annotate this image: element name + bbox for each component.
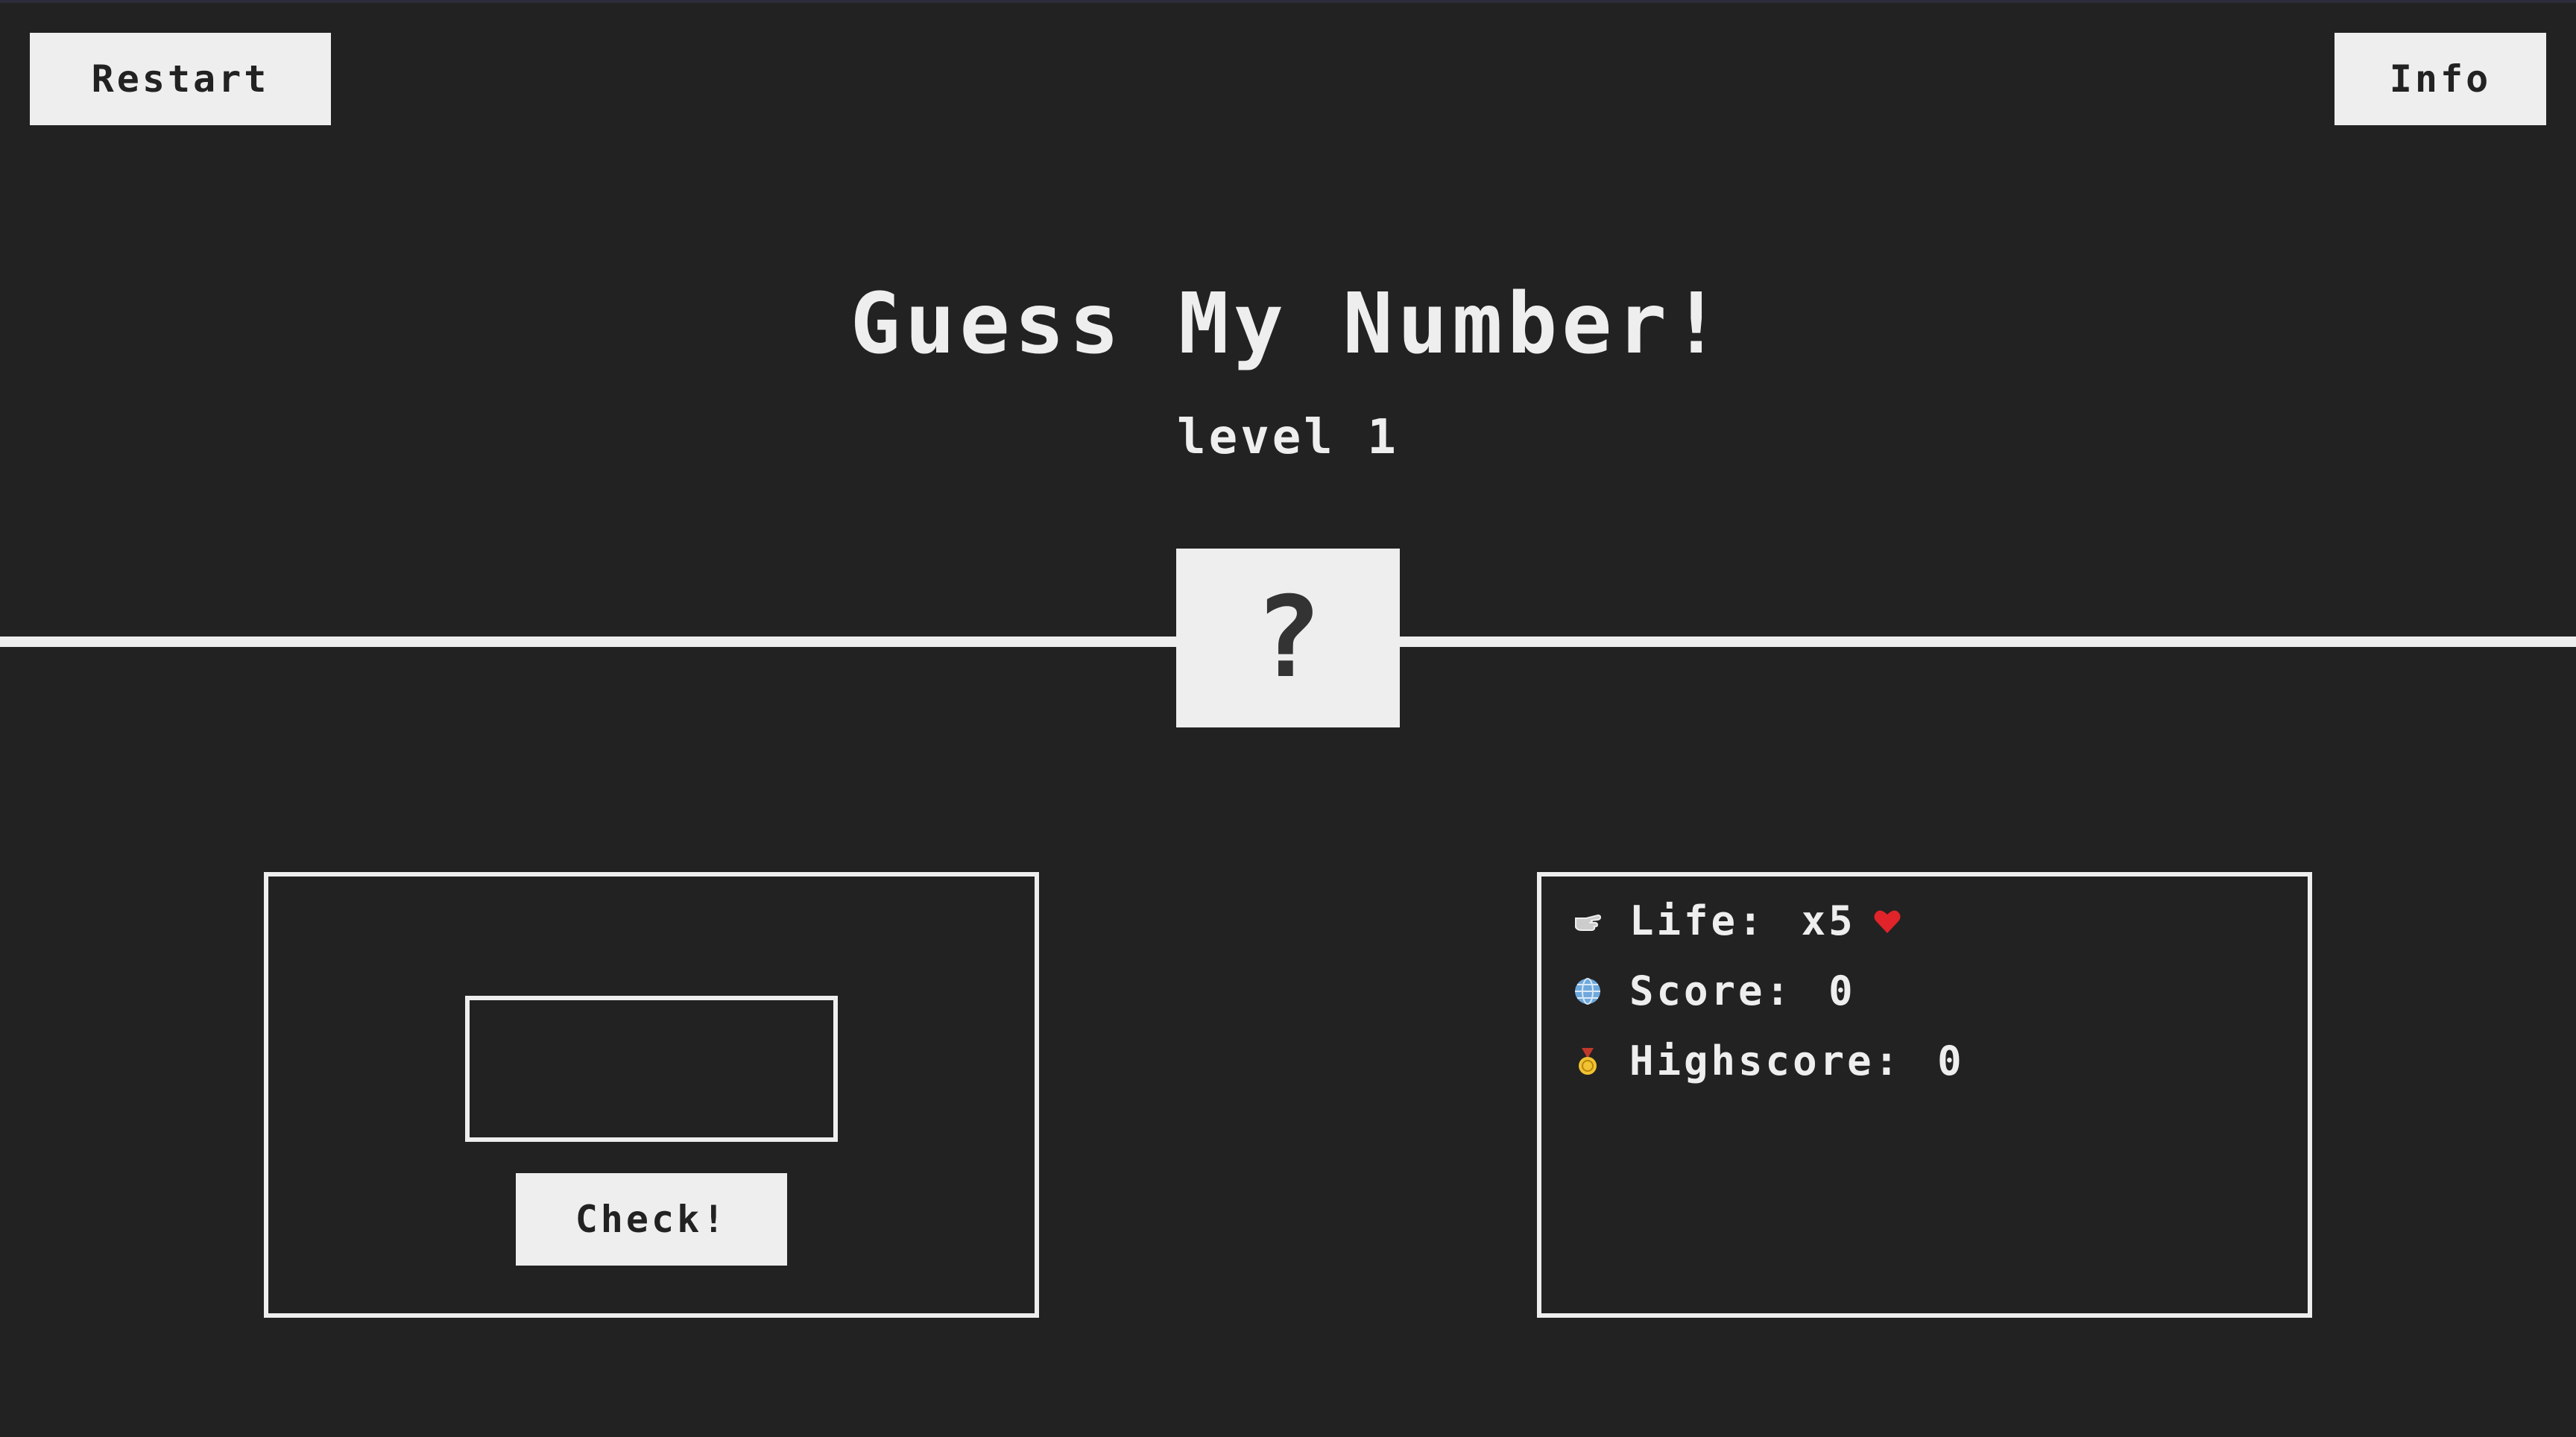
highscore-label: Highscore: (1629, 1038, 1902, 1084)
secret-number-box: ? (1176, 549, 1400, 727)
medal-icon (1571, 1045, 1604, 1078)
life-label: Life: (1629, 897, 1766, 944)
level-label: level 1 (1177, 410, 1399, 465)
highscore-value: 0 (1937, 1038, 1965, 1084)
globe-icon (1571, 975, 1604, 1008)
highscore-stat: Highscore: 0 (1571, 1038, 1965, 1084)
score-value: 0 (1828, 967, 1856, 1014)
check-button[interactable]: Check! (516, 1173, 787, 1266)
game-title: Guess My Number! (850, 276, 1726, 373)
score-label: Score: (1629, 967, 1793, 1014)
info-button[interactable]: Info (2334, 33, 2546, 125)
score-stat: Score: 0 (1571, 967, 1856, 1014)
heart-icon (1872, 906, 1902, 936)
top-border (0, 0, 2576, 3)
guess-input[interactable] (465, 996, 838, 1142)
life-value: x5 (1801, 897, 1856, 944)
restart-button[interactable]: Restart (30, 33, 331, 125)
pointing-hand-icon (1571, 905, 1604, 938)
life-stat: Life: x5 (1571, 897, 1902, 944)
